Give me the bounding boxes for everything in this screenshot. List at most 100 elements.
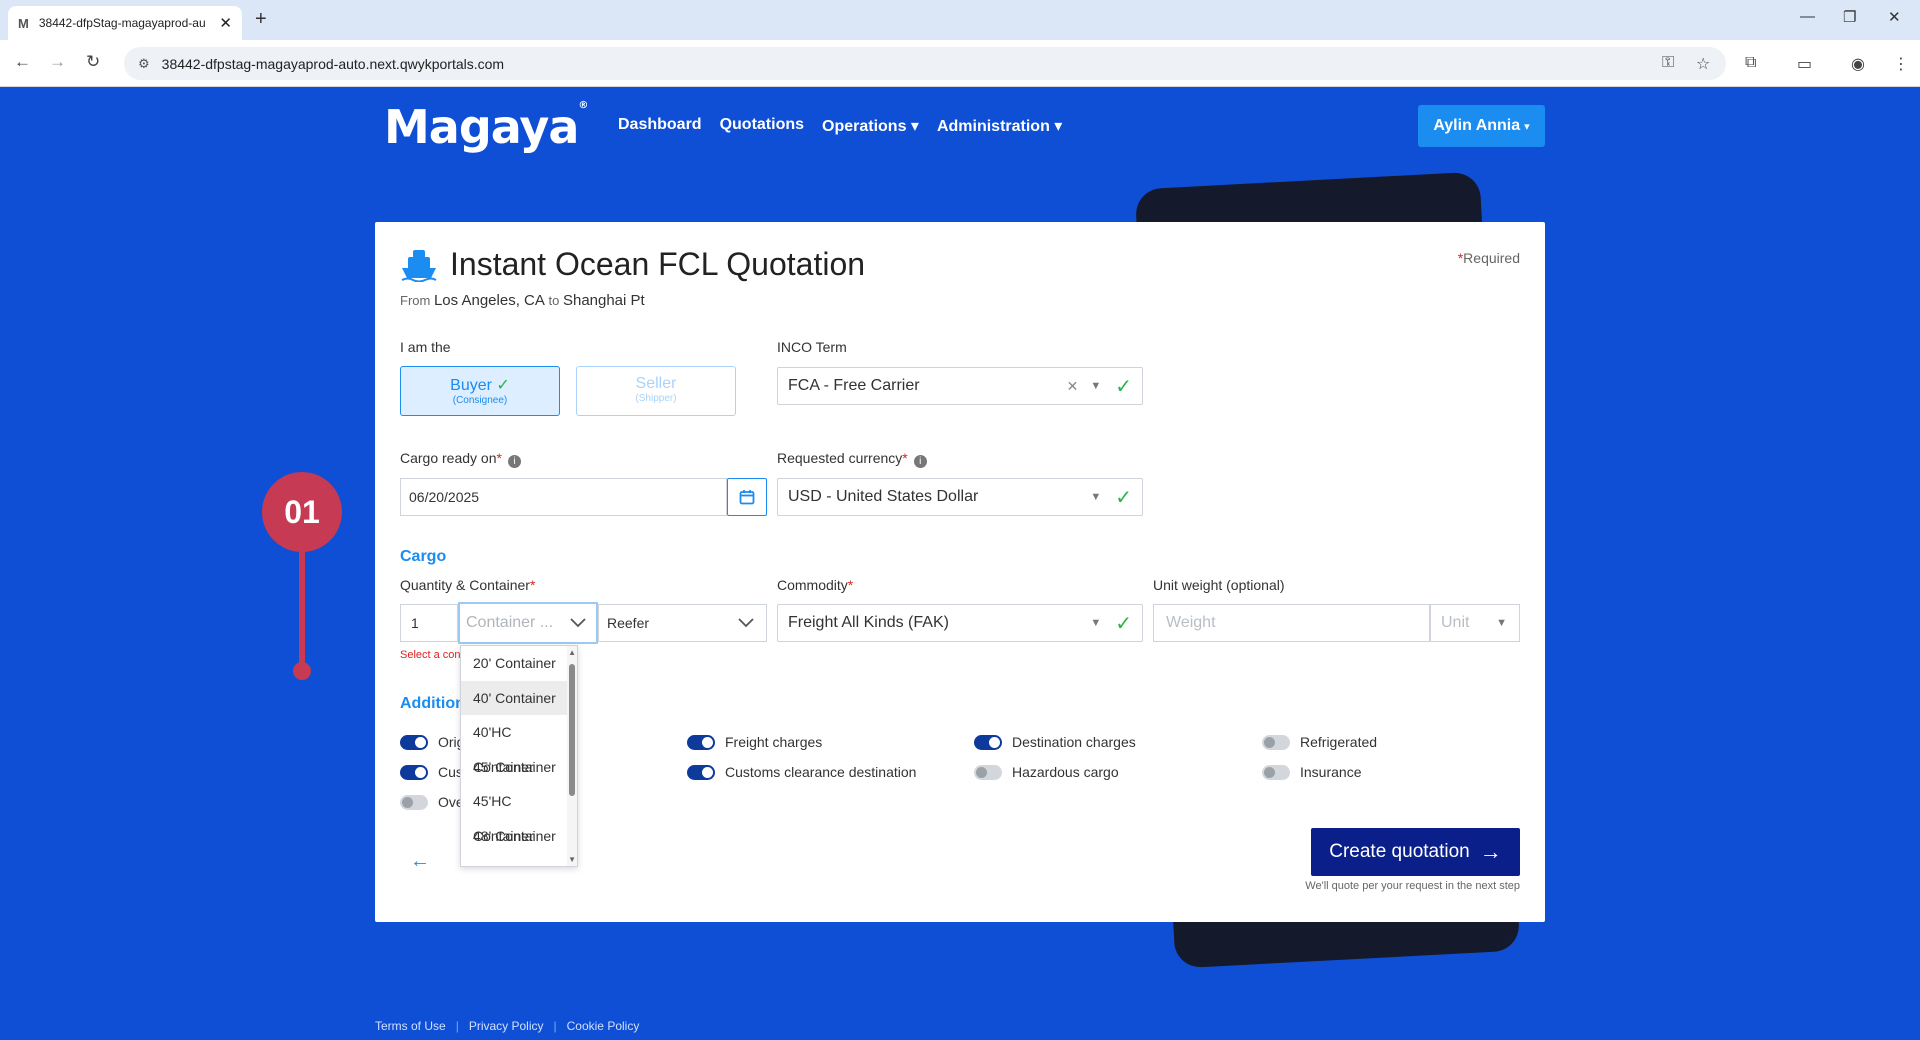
calendar-button[interactable] (727, 478, 767, 516)
magaya-logo[interactable]: Magaya® (384, 100, 588, 154)
close-window-icon[interactable]: ✕ (1888, 8, 1901, 26)
dropdown-scroll-thumb[interactable] (569, 664, 575, 796)
toggle-switch[interactable] (1262, 764, 1290, 780)
create-quotation-label: Create quotation (1329, 841, 1470, 862)
service-toggle-insurance[interactable]: Insurance (1262, 764, 1361, 780)
scroll-up-icon[interactable]: ▲ (568, 648, 576, 657)
main-nav: Dashboard Quotations Operations ▾ Admini… (618, 116, 1062, 136)
browser-tabbar: M 38442-dfpStag-magayaprod-au ✕ + — ❐ ✕ (0, 0, 1920, 40)
container-option[interactable]: 45' Container (461, 750, 569, 785)
route-origin: Los Angeles, CA (433, 292, 545, 309)
container-option[interactable]: 45'HC Container (461, 784, 569, 844)
quantity-input[interactable]: 1 (400, 604, 458, 642)
arrow-right-icon: → (1479, 839, 1502, 864)
service-toggle-customs-origin[interactable]: Cus (400, 764, 463, 780)
scroll-down-icon[interactable]: ▼ (568, 855, 576, 864)
menu-kebab-icon[interactable]: ⋮ (1893, 54, 1909, 74)
tab-search-icon[interactable]: ▭ (1797, 54, 1812, 74)
container-error: Select a con (400, 649, 461, 661)
service-label: Customs clearance destination (725, 764, 917, 780)
address-bar: ← → ↻ ⚙ 38442-dfpstag-magayaprod-auto.ne… (0, 40, 1920, 87)
url-field[interactable]: ⚙ 38442-dfpstag-magayaprod-auto.next.qwy… (124, 47, 1726, 80)
extensions-icon[interactable]: ⧉ (1745, 54, 1756, 72)
seller-label: Seller (635, 375, 677, 392)
card-title: Instant Ocean FCL Quotation (400, 246, 865, 283)
toggle-switch[interactable] (687, 764, 715, 780)
toggle-switch[interactable] (400, 734, 428, 750)
password-key-icon[interactable]: ⚿ (1662, 54, 1674, 72)
unit-select[interactable]: Unit ▼ (1430, 604, 1520, 642)
service-label: Refrigerated (1300, 734, 1378, 750)
forward-icon[interactable]: → (49, 52, 66, 72)
container-option[interactable]: 20' Container (461, 646, 569, 681)
container-dropdown: 20' Container 40' Container 40'HC Contai… (460, 645, 578, 867)
currency-select[interactable]: USD - United States Dollar ▼ ✓ (777, 478, 1143, 516)
inco-select[interactable]: FCA - Free Carrier ✕ ▼ ✓ (777, 367, 1143, 405)
bookmark-star-icon[interactable]: ☆ (1696, 54, 1710, 74)
quantity-label: Quantity & Container* (400, 577, 536, 593)
info-icon[interactable]: i (913, 455, 927, 468)
back-icon[interactable]: ← (14, 52, 31, 72)
service-label: Freight charges (725, 734, 823, 750)
nav-quotations[interactable]: Quotations (720, 116, 804, 136)
back-arrow-icon[interactable]: ← (410, 850, 430, 873)
container-option[interactable]: 48' Container (461, 819, 569, 854)
cargo-ready-date-input[interactable]: 06/20/2025 (400, 478, 727, 516)
toggle-switch[interactable] (400, 764, 428, 780)
service-toggle-destination-charges[interactable]: Destination charges (974, 734, 1136, 750)
footer-terms-link[interactable]: Terms of Use (375, 1019, 446, 1033)
clear-icon[interactable]: ✕ (1067, 378, 1079, 395)
service-toggle-refrigerated[interactable]: Refrigerated (1262, 734, 1377, 750)
step-pin-dot (293, 662, 311, 680)
info-icon[interactable]: i (507, 455, 521, 468)
browser-tab[interactable]: M 38442-dfpStag-magayaprod-au ✕ (8, 6, 242, 40)
service-toggle-origin[interactable]: Orig (400, 734, 464, 750)
calendar-icon (739, 490, 755, 505)
cargo-ready-label-text: Cargo ready on (400, 450, 497, 466)
reefer-value: Reefer (607, 615, 650, 631)
reload-icon[interactable]: ↻ (86, 52, 100, 72)
new-tab-icon[interactable]: + (255, 8, 267, 31)
close-tab-icon[interactable]: ✕ (219, 14, 232, 32)
toggle-switch[interactable] (974, 734, 1002, 750)
service-label: Insurance (1300, 764, 1362, 780)
buyer-label: Buyer (450, 377, 492, 394)
step-marker: 01 (262, 472, 342, 552)
profile-icon[interactable]: ◉ (1851, 54, 1865, 74)
restore-icon[interactable]: ❐ (1843, 8, 1856, 26)
nav-operations[interactable]: Operations ▾ (822, 116, 919, 136)
weight-input[interactable]: Weight (1153, 604, 1430, 642)
service-toggle-hazardous[interactable]: Hazardous cargo (974, 764, 1119, 780)
container-option[interactable]: 40' Container (461, 680, 569, 716)
cargo-ready-label: Cargo ready on* i (400, 450, 521, 468)
cargo-section-title: Cargo (400, 548, 447, 565)
service-toggle-oversized[interactable]: Ove (400, 794, 464, 810)
nav-dashboard[interactable]: Dashboard (618, 116, 702, 136)
reefer-select[interactable]: Reefer (598, 604, 767, 642)
seller-button[interactable]: Seller (Shipper) (576, 366, 736, 416)
chevron-down-icon (738, 618, 754, 628)
buyer-sub-label: (Consignee) (452, 395, 508, 406)
service-label: Hazardous cargo (1012, 764, 1119, 780)
toggle-switch[interactable] (1262, 734, 1290, 750)
valid-check-icon: ✓ (1115, 375, 1132, 398)
user-name: Aylin Annia (1433, 117, 1521, 134)
service-label: Destination charges (1012, 734, 1136, 750)
buyer-button[interactable]: Buyer ✓ (Consignee) (400, 366, 560, 416)
service-toggle-freight[interactable]: Freight charges (687, 734, 822, 750)
footer-cookie-link[interactable]: Cookie Policy (567, 1019, 640, 1033)
footer-privacy-link[interactable]: Privacy Policy (469, 1019, 544, 1033)
create-quotation-button[interactable]: Create quotation → (1311, 828, 1520, 876)
minimize-icon[interactable]: — (1800, 8, 1815, 25)
site-info-icon[interactable]: ⚙ (138, 56, 150, 72)
commodity-select[interactable]: Freight All Kinds (FAK) ▼ ✓ (777, 604, 1143, 642)
user-menu-button[interactable]: Aylin Annia ▾ (1418, 105, 1545, 147)
nav-administration[interactable]: Administration ▾ (937, 116, 1062, 136)
service-toggle-customs-destination[interactable]: Customs clearance destination (687, 764, 916, 780)
toggle-switch[interactable] (974, 764, 1002, 780)
chevron-down-icon: ▾ (1524, 120, 1530, 133)
toggle-switch[interactable] (400, 794, 428, 810)
container-type-select[interactable]: Container ... (458, 602, 598, 644)
toggle-switch[interactable] (687, 734, 715, 750)
container-option[interactable]: 40'HC Container (461, 715, 569, 775)
